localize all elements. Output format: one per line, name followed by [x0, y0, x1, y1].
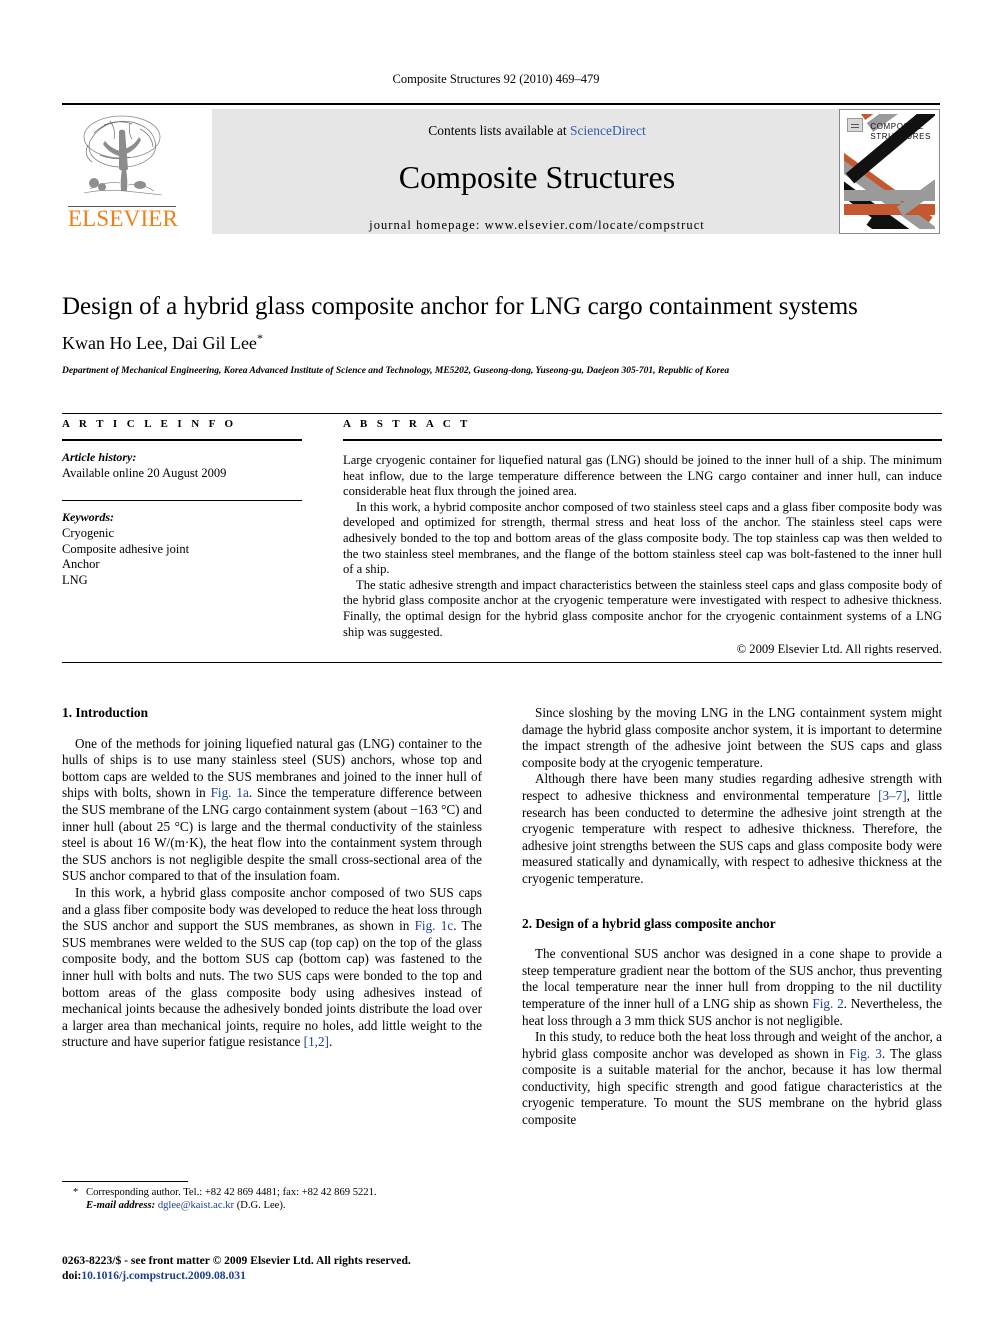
email-label: E-mail address: [86, 1200, 156, 1212]
issn-line: 0263-8223/$ - see front matter © 2009 El… [62, 1254, 411, 1267]
body-paragraph-text: Since sloshing by the moving LNG in the … [522, 705, 942, 770]
body-paragraph-text: One of the methods for joining liquefied… [62, 735, 483, 884]
cover-publisher-badge-icon [847, 118, 863, 132]
keywords-rule [62, 500, 302, 501]
paper-page: Composite Structures 92 (2010) 469–479 E… [0, 0, 992, 1323]
issn-doi-block: 0263-8223/$ - see front matter © 2009 El… [62, 1254, 522, 1283]
abstract-text: Large cryogenic container for liquefied … [343, 453, 942, 658]
citation-link[interactable]: [3–7] [878, 788, 907, 803]
abstract-rule [343, 439, 942, 441]
doi-label: doi: [62, 1268, 82, 1282]
article-history-label: Article history: [62, 450, 137, 464]
keywords-list: Cryogenic Composite adhesive joint Ancho… [62, 526, 302, 588]
citation-link[interactable]: Fig. 2 [812, 996, 843, 1011]
footnote-block: * Corresponding author. Tel.: +82 42 869… [62, 1186, 482, 1213]
cover-artwork: COMPOSITE STRUCTURES [844, 114, 935, 229]
body-paragraph: In this study, to reduce both the heat l… [522, 1029, 942, 1129]
cover-band [844, 204, 935, 215]
body-paragraph: Although there have been many studies re… [522, 771, 942, 887]
keyword-item: Cryogenic [62, 526, 115, 540]
journal-banner: Contents lists available at ScienceDirec… [212, 109, 862, 234]
article-info-column: A R T I C L E I N F O Article history: A… [62, 418, 302, 588]
email-suffix: (D.G. Lee). [236, 1200, 286, 1212]
contents-prefix: Contents lists available at [428, 123, 570, 138]
elsevier-tree-icon [83, 115, 163, 196]
cover-title-line2: STRUCTURES [870, 132, 931, 141]
keyword-item: Composite adhesive joint [62, 541, 190, 556]
corresponding-author-marker: * [256, 331, 263, 345]
body-paragraph-text: The conventional SUS anchor was designed… [522, 946, 943, 1028]
section-heading-introduction: 1. Introduction [62, 705, 149, 720]
cover-title-line1: COMPOSITE [870, 122, 924, 131]
page-title: Design of a hybrid glass composite ancho… [62, 293, 858, 320]
body-left-column: 1. Introduction One of the methods for j… [62, 705, 482, 1051]
keyword-item: LNG [62, 572, 88, 587]
journal-cover-thumbnail: COMPOSITE STRUCTURES [839, 109, 940, 234]
abstract-paragraph: In this work, a hybrid composite anchor … [343, 499, 942, 577]
body-columns: 1. Introduction One of the methods for j… [62, 705, 942, 1265]
elsevier-wordmark: ELSEVIER [67, 206, 179, 231]
journal-title: Composite Structures [398, 159, 676, 195]
article-info-heading: A R T I C L E I N F O [62, 418, 237, 430]
email-note: E-mail address: dglee@kaist.ac.kr (D.G. … [86, 1199, 482, 1212]
article-info-rule [62, 439, 302, 441]
keyword-item: Anchor [62, 557, 100, 571]
citation-link[interactable]: [1,2] [304, 1034, 329, 1049]
body-paragraph: Since sloshing by the moving LNG in the … [522, 705, 942, 771]
footnote-separator [62, 1181, 188, 1182]
doi-link[interactable]: 10.1016/j.compstruct.2009.08.031 [81, 1269, 246, 1282]
running-head: Composite Structures 92 (2010) 469–479 [392, 72, 600, 86]
body-paragraph: The conventional SUS anchor was designed… [522, 946, 942, 1029]
infoblock-top-rule [62, 413, 942, 414]
journal-masthead: ELSEVIER Contents lists available at Sci… [62, 103, 940, 236]
elsevier-logo: ELSEVIER [62, 109, 184, 234]
journal-homepage[interactable]: journal homepage: www.elsevier.com/locat… [212, 218, 862, 233]
body-paragraph: One of the methods for joining liquefied… [62, 736, 482, 885]
body-paragraph-text: Although there have been many studies re… [522, 771, 942, 886]
body-paragraph: In this work, a hybrid glass composite a… [62, 885, 482, 1051]
body-paragraph-text: In this study, to reduce both the heat l… [522, 1029, 942, 1128]
abstract-paragraph: The static adhesive strength and impact … [343, 577, 942, 639]
body-paragraph-text: In this work, a hybrid glass composite a… [62, 884, 482, 1050]
citation-link[interactable]: Fig. 1c [415, 918, 454, 933]
corresponding-author-note: Corresponding author. Tel.: +82 42 869 4… [86, 1187, 377, 1198]
abstract-paragraph: Large cryogenic container for liquefied … [343, 453, 942, 499]
masthead-top-rule [62, 103, 940, 105]
footnote-marker-icon: * [73, 1187, 79, 1198]
abstract-heading: A B S T R A C T [343, 418, 471, 430]
contents-available-line: Contents lists available at ScienceDirec… [212, 109, 862, 139]
body-right-column: Since sloshing by the moving LNG in the … [522, 705, 942, 1129]
doi-line: doi:10.1016/j.compstruct.2009.08.031 [62, 1269, 522, 1284]
author-names: Kwan Ho Lee, Dai Gil Lee [62, 333, 257, 353]
affiliation: Department of Mechanical Engineering, Ko… [62, 366, 730, 376]
email-link[interactable]: dglee@kaist.ac.kr [158, 1200, 234, 1211]
cover-title: COMPOSITE STRUCTURES [870, 122, 931, 142]
article-info-abstract-block: A R T I C L E I N F O Article history: A… [62, 413, 942, 668]
infoblock-bottom-rule [62, 662, 942, 663]
abstract-column: A B S T R A C T Large cryogenic containe… [343, 418, 942, 658]
keywords-label: Keywords: [62, 510, 114, 524]
section-heading-design: 2. Design of a hybrid glass composite an… [522, 915, 776, 931]
abstract-copyright: © 2009 Elsevier Ltd. All rights reserved… [736, 642, 942, 657]
citation-link[interactable]: Fig. 3 [849, 1046, 882, 1061]
sciencedirect-link[interactable]: ScienceDirect [570, 123, 646, 138]
author-list: Kwan Ho Lee, Dai Gil Lee* [62, 331, 942, 354]
citation-link[interactable]: Fig. 1a [211, 785, 249, 800]
article-history-value: Available online 20 August 2009 [62, 466, 227, 480]
